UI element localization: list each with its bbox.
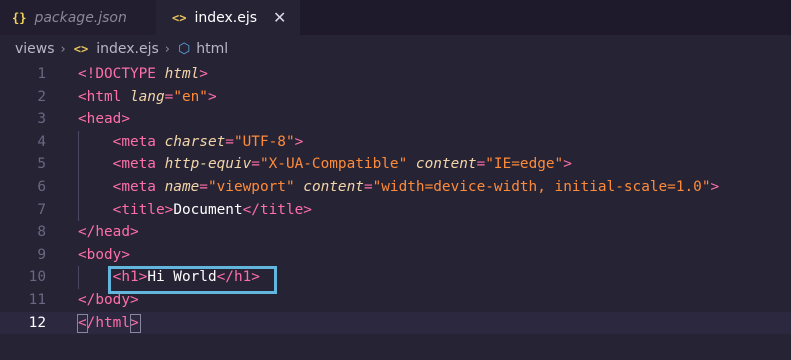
symbol-cube-icon: ⬡ xyxy=(177,41,191,57)
tab-label: package.json xyxy=(34,9,127,26)
line-number: 11 xyxy=(28,292,46,308)
code-token: <meta xyxy=(112,156,165,173)
code-token: <meta xyxy=(112,133,165,150)
code-token: = xyxy=(199,179,208,195)
code-token: name xyxy=(164,179,200,195)
code-token: content xyxy=(303,179,364,195)
bracket-match-open xyxy=(77,313,88,333)
code-text: <title>Document</title> xyxy=(78,199,312,222)
code-token: <meta xyxy=(112,179,165,195)
code-token: > xyxy=(563,156,572,173)
code-token: "viewport" xyxy=(207,179,295,195)
code-line[interactable]: 12 </html> xyxy=(0,311,791,335)
line-number: 8 xyxy=(37,224,46,241)
code-token: content xyxy=(415,156,477,173)
breadcrumb-file[interactable]: index.ejs xyxy=(96,41,159,57)
code-token: Document xyxy=(173,201,243,218)
code-token: = xyxy=(251,156,260,173)
code-token: </title> xyxy=(242,201,312,218)
tab-index-ejs[interactable]: <> index.ejs ✕ xyxy=(156,0,300,35)
breadcrumb-symbol[interactable]: html xyxy=(196,41,228,57)
ejs-file-icon: <> xyxy=(73,42,89,56)
chevron-right-icon: › xyxy=(164,41,170,57)
code-token: </head> xyxy=(78,224,139,241)
tab-bar-empty xyxy=(300,0,791,35)
code-token: > xyxy=(199,66,208,82)
code-token: <body> xyxy=(78,246,130,263)
line-number: 10 xyxy=(28,269,46,286)
code-text: <!DOCTYPE html> xyxy=(78,63,208,86)
line-number: 7 xyxy=(37,201,46,218)
line-number: 5 xyxy=(37,156,46,173)
json-file-icon: {} xyxy=(12,10,27,25)
tab-package-json[interactable]: {} package.json xyxy=(0,0,156,35)
code-text: <meta name="viewport" content="width=dev… xyxy=(78,176,720,199)
code-token: > xyxy=(207,88,217,105)
code-text: <body> xyxy=(78,244,130,267)
code-line[interactable]: 4 <meta charset="UTF-8"> xyxy=(0,131,791,154)
code-text: <meta charset="UTF-8"> xyxy=(78,131,304,154)
code-line[interactable]: 9 <body> xyxy=(0,244,791,267)
code-token: "IE=edge" xyxy=(485,156,564,173)
chevron-right-icon: › xyxy=(60,41,66,57)
code-token: <title> xyxy=(112,201,174,218)
line-number: 1 xyxy=(37,66,46,82)
code-line[interactable]: 1 <!DOCTYPE html> xyxy=(0,63,791,86)
code-line[interactable]: 8 </head> xyxy=(0,221,791,244)
line-number: 4 xyxy=(37,133,46,150)
ejs-file-icon: <> xyxy=(172,10,187,25)
code-line[interactable]: 3 <head> xyxy=(0,108,791,131)
line-number: 2 xyxy=(37,88,46,105)
tab-bar: {} package.json <> index.ejs ✕ xyxy=(0,0,791,35)
editor-window: {} package.json <> index.ejs ✕ views › <… xyxy=(0,0,791,360)
code-line[interactable]: 5 <meta http-equiv="X-UA-Compatible" con… xyxy=(0,153,791,176)
selection-highlight-box xyxy=(108,266,277,294)
line-number: 9 xyxy=(37,246,46,263)
code-editor[interactable]: 1 <!DOCTYPE html> 2 <html lang="en"> 3 <head>… xyxy=(0,63,791,360)
code-token: = xyxy=(164,88,174,105)
code-token: > xyxy=(710,179,720,195)
code-token: charset xyxy=(164,133,226,150)
code-token: <head> xyxy=(78,111,130,128)
code-token: = xyxy=(476,156,486,173)
code-text: <html lang="en"> xyxy=(78,86,217,109)
code-token: = xyxy=(225,133,234,150)
code-text: <meta http-equiv="X-UA-Compatible" conte… xyxy=(78,153,572,176)
code-token: <!DOCTYPE xyxy=(78,66,165,82)
code-token: lang xyxy=(129,88,165,105)
code-token: "en" xyxy=(173,88,208,105)
line-number: 6 xyxy=(37,179,46,195)
code-token: > xyxy=(294,133,304,150)
close-icon[interactable]: ✕ xyxy=(273,8,286,27)
code-token: html xyxy=(164,66,200,82)
code-token: = xyxy=(363,179,373,195)
code-line[interactable]: 6 <meta name="viewport" content="width=d… xyxy=(0,176,791,199)
code-line[interactable]: 2 <html lang="en"> xyxy=(0,86,791,109)
line-number: 3 xyxy=(37,111,46,128)
code-text: </head> xyxy=(78,221,139,244)
code-line[interactable]: 7 <title>Document</title> xyxy=(0,199,791,222)
line-number: 12 xyxy=(28,314,46,331)
breadcrumb: views › <> index.ejs › ⬡ html xyxy=(0,35,791,63)
code-token: "X-UA-Compatible" xyxy=(259,156,408,173)
bracket-match-close xyxy=(130,313,141,333)
code-token: http-equiv xyxy=(164,156,252,173)
code-token: "width=device-width, initial-scale=1.0" xyxy=(372,179,711,195)
breadcrumb-folder[interactable]: views xyxy=(15,41,55,57)
tab-label: index.ejs xyxy=(194,9,258,26)
code-token: </body> xyxy=(78,292,139,308)
code-text: <head> xyxy=(78,108,130,131)
code-token: "UTF-8" xyxy=(233,133,295,150)
code-token: <html xyxy=(78,88,130,105)
